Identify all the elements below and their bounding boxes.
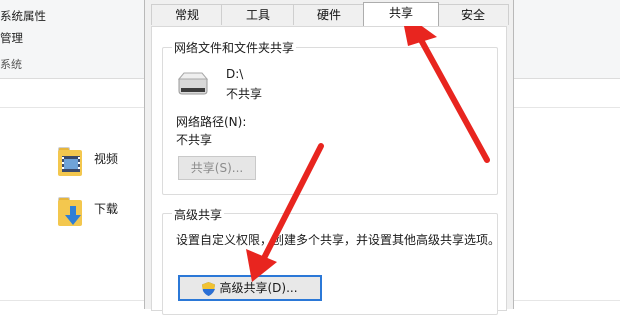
system-properties-item[interactable]: 系统属性 <box>0 8 46 24</box>
drive-icon <box>176 67 210 101</box>
advanced-sharing-button-label: 高级共享(D)... <box>219 281 298 295</box>
network-path-label: 网络路径(N): <box>176 115 247 129</box>
tab-security[interactable]: 安全 <box>437 4 509 25</box>
uac-shield-icon <box>202 281 216 296</box>
tab-sharing[interactable]: 共享 <box>363 2 439 26</box>
tab-strip: 常规 工具 硬件 共享 安全 <box>145 2 513 26</box>
share-button[interactable]: 共享(S)... <box>178 156 256 180</box>
drive-letter: D:\ <box>226 67 244 81</box>
drive-properties-dialog: 常规 工具 硬件 共享 安全 网络文件和文件夹共享 D:\ 不共享 网络路径(N… <box>144 0 514 315</box>
network-path-value: 不共享 <box>176 133 213 147</box>
advanced-sharing-title: 高级共享 <box>172 206 225 223</box>
advanced-sharing-description: 设置自定义权限，创建多个共享，并设置其他高级共享选项。 <box>176 233 501 247</box>
ribbon-group-label: 系统 <box>0 58 22 71</box>
tab-hardware[interactable]: 硬件 <box>293 4 365 25</box>
network-sharing-title: 网络文件和文件夹共享 <box>172 39 297 56</box>
manage-item[interactable]: 管理 <box>0 30 23 46</box>
video-folder-icon[interactable] <box>52 144 88 180</box>
sharing-tab-panel: 网络文件和文件夹共享 D:\ 不共享 网络路径(N): 不共享 共享(S)...… <box>151 26 507 315</box>
folder-label-video[interactable]: 视频 <box>94 150 118 167</box>
advanced-sharing-button[interactable]: 高级共享(D)... <box>178 275 322 301</box>
drive-share-status: 不共享 <box>226 87 263 101</box>
folder-label-download[interactable]: 下载 <box>94 200 118 217</box>
download-folder-icon[interactable] <box>52 194 88 230</box>
tab-general[interactable]: 常规 <box>151 4 223 25</box>
tab-tools[interactable]: 工具 <box>221 4 295 25</box>
